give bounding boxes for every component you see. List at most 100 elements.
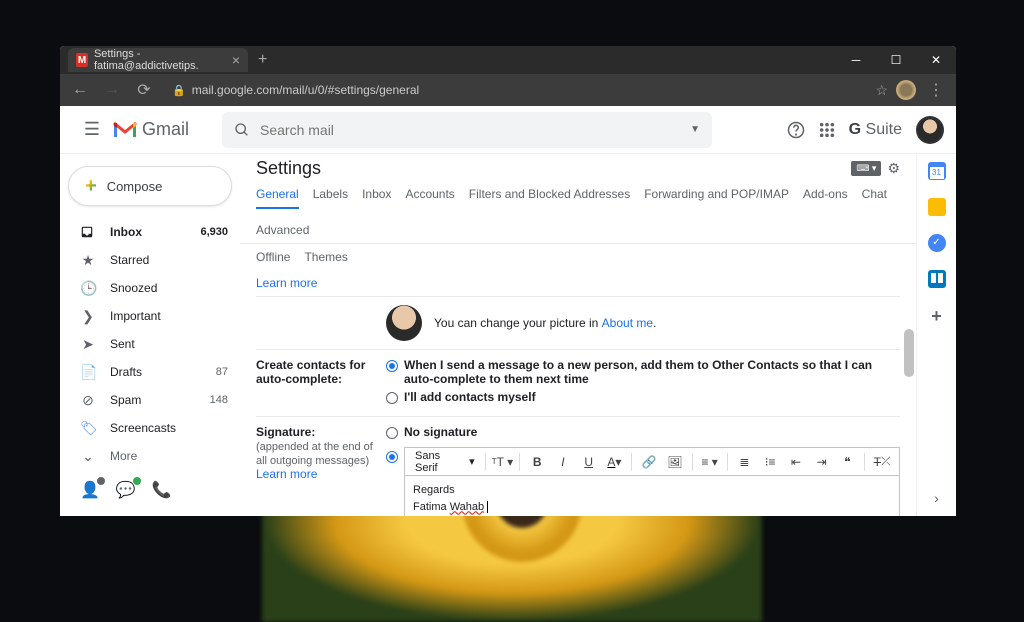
chrome-window: M Settings - fatima@addictivetips. × + ─… [60,46,956,516]
new-tab-button[interactable]: + [248,51,277,69]
italic-button[interactable]: I [552,451,574,473]
font-select[interactable]: Sans Serif ▾ [411,448,479,476]
search-box[interactable]: ▼ [222,112,712,148]
compose-label: Compose [107,179,163,194]
compose-plus-icon: + [85,175,97,198]
tab-general[interactable]: General [256,187,299,209]
picture-text: You can change your picture in [434,316,602,330]
sidebar-item-inbox[interactable]: Inbox6,930 [60,218,240,246]
sidebar: + Compose Inbox6,930 ★Starred 🕒Snoozed ❯… [60,154,240,516]
maximize-button[interactable]: ☐ [876,46,916,74]
chevron-down-icon: ▾ [469,455,475,468]
trello-addon-icon[interactable] [928,270,946,288]
main-menu-icon[interactable]: ☰ [72,119,112,140]
settings-content: Settings ⌨ ▾ ⚙ General Labels Inbox Acco… [240,154,916,516]
drafts-icon: 📄 [80,364,96,381]
numbered-list-button[interactable]: ≣ [734,451,756,473]
reload-button[interactable]: ⟳ [132,78,156,102]
remove-formatting-button[interactable]: T⤫ [871,451,893,473]
sidebar-item-more[interactable]: ⌄More [60,442,240,470]
sidebar-item-snoozed[interactable]: 🕒Snoozed [60,274,240,302]
account-avatar[interactable] [916,116,944,144]
forward-button[interactable]: → [100,78,124,102]
sidebar-item-spam[interactable]: ⊘Spam148 [60,386,240,414]
signature-editor: Sans Serif ▾ TT ▾ B I U A ▾ [404,447,900,516]
star-icon: ★ [80,252,96,269]
contacts-radio-auto[interactable] [386,360,398,372]
gsuite-logo: G Suite [849,121,902,139]
image-button[interactable]: 🖼 [664,451,686,473]
learn-more-link[interactable]: Learn more [256,276,317,296]
tab-offline[interactable]: Offline [256,250,290,270]
contacts-radio-manual[interactable] [386,392,398,404]
quote-button[interactable]: ❝ [837,451,859,473]
bold-button[interactable]: B [526,451,548,473]
tab-themes[interactable]: Themes [304,250,347,270]
window-controls: ─ ☐ ✕ [836,46,956,74]
close-tab-icon[interactable]: × [232,52,240,68]
browser-tab[interactable]: M Settings - fatima@addictivetips. × [68,48,248,72]
tab-filters[interactable]: Filters and Blocked Addresses [469,187,630,209]
gmail-logo[interactable]: Gmail [112,119,212,140]
tab-advanced[interactable]: Advanced [256,223,309,243]
tab-accounts[interactable]: Accounts [405,187,454,209]
align-button[interactable]: ≡ ▾ [699,451,721,473]
collapse-panel-icon[interactable]: › [934,490,939,506]
chevron-down-icon: ⌄ [80,448,96,465]
input-tools-icon[interactable]: ⌨ ▾ [851,161,881,176]
bulleted-list-button[interactable]: ⁝≡ [759,451,781,473]
underline-button[interactable]: U [578,451,600,473]
tasks-addon-icon[interactable] [928,234,946,252]
browser-tab-bar: M Settings - fatima@addictivetips. × + ─… [60,46,956,74]
url-text: mail.google.com/mail/u/0/#settings/gener… [192,83,419,97]
settings-tabs: General Labels Inbox Accounts Filters an… [240,179,916,244]
tab-inbox[interactable]: Inbox [362,187,391,209]
label-icon: 🏷 [80,420,96,437]
sidebar-item-drafts[interactable]: 📄Drafts87 [60,358,240,386]
chrome-menu-icon[interactable]: ⋮ [924,78,948,102]
signature-radio-custom[interactable] [386,451,398,463]
sidebar-item-sent[interactable]: ➤Sent [60,330,240,358]
apps-grid-icon[interactable] [819,122,835,138]
hangouts-chat-icon[interactable]: 💬 [116,480,136,500]
sidebar-footer: 👤 💬 📞 [60,472,240,508]
sidebar-item-important[interactable]: ❯Important [60,302,240,330]
signature-learn-more-link[interactable]: Learn more [256,467,317,487]
address-bar[interactable]: 🔒 mail.google.com/mail/u/0/#settings/gen… [164,83,867,97]
hangouts-contacts-icon[interactable]: 👤 [80,480,100,500]
signature-toolbar: Sans Serif ▾ TT ▾ B I U A ▾ [405,448,899,476]
tab-chat[interactable]: Chat [862,187,887,209]
back-button[interactable]: ← [68,78,92,102]
bookmark-star-icon[interactable]: ☆ [875,82,888,99]
chrome-profile-avatar[interactable] [896,80,916,100]
profile-picture[interactable] [386,305,422,341]
hangouts-phone-icon[interactable]: 📞 [152,480,172,500]
calendar-addon-icon[interactable] [928,162,946,180]
close-window-button[interactable]: ✕ [916,46,956,74]
search-icon[interactable] [234,122,250,138]
keep-addon-icon[interactable] [928,198,946,216]
signature-textarea[interactable]: Regards Fatima Wahab [405,476,899,516]
browser-toolbar: ← → ⟳ 🔒 mail.google.com/mail/u/0/#settin… [60,74,956,106]
add-addon-button[interactable]: + [931,306,942,327]
support-icon[interactable] [787,121,805,139]
side-panel: + › [916,154,956,516]
signature-radio-none[interactable] [386,427,398,439]
text-color-button[interactable]: A ▾ [604,451,626,473]
font-size-button[interactable]: TT ▾ [492,451,514,473]
tab-addons[interactable]: Add-ons [803,187,848,209]
minimize-button[interactable]: ─ [836,46,876,74]
gear-icon[interactable]: ⚙ [887,160,900,177]
link-button[interactable]: 🔗 [638,451,660,473]
search-options-icon[interactable]: ▼ [690,124,700,135]
indent-more-button[interactable]: ⇥ [811,451,833,473]
tab-labels[interactable]: Labels [313,187,348,209]
scrollbar-thumb[interactable] [904,329,914,377]
about-me-link[interactable]: About me [602,316,653,330]
search-input[interactable] [260,122,680,138]
sidebar-item-starred[interactable]: ★Starred [60,246,240,274]
compose-button[interactable]: + Compose [68,166,232,206]
sidebar-item-screencasts[interactable]: 🏷Screencasts [60,414,240,442]
indent-less-button[interactable]: ⇤ [785,451,807,473]
tab-forwarding[interactable]: Forwarding and POP/IMAP [644,187,789,209]
